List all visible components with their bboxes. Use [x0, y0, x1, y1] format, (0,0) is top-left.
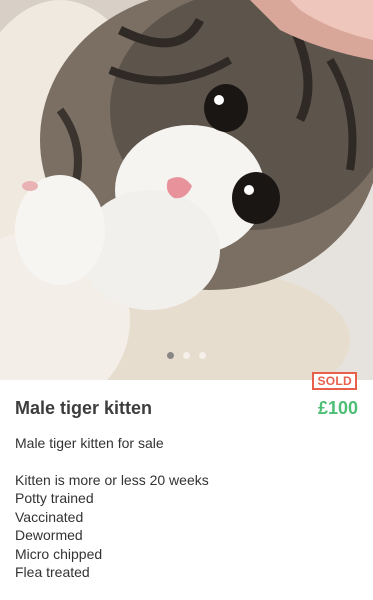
description-summary: Male tiger kitten for sale [15, 435, 164, 451]
listing-title: Male tiger kitten [15, 398, 153, 418]
description-line: Kitten is more or less 20 weeks [15, 471, 209, 488]
title-row: Male tiger kitten £100 [15, 398, 358, 419]
listing-view: SOLD Male tiger kitten £100 Male tiger k… [0, 0, 373, 600]
listing-price: £100 [317, 398, 358, 418]
description-line: Micro chipped [15, 545, 103, 562]
description-line: Vaccinated [15, 508, 84, 525]
sold-badge: SOLD [312, 372, 357, 390]
listing-description: Male tiger kitten for sale Kitten is mor… [15, 434, 358, 582]
carousel-dots [0, 350, 373, 360]
description-line: Dewormed [15, 527, 83, 543]
carousel-dot-3[interactable] [199, 351, 206, 359]
carousel-dot-2[interactable] [183, 351, 190, 359]
description-line: Potty trained [15, 490, 94, 506]
kitten-photo-image [0, 0, 373, 380]
listing-photo[interactable] [0, 0, 373, 380]
carousel-dot-1[interactable] [167, 351, 174, 359]
description-line: Flea treated [15, 564, 90, 580]
